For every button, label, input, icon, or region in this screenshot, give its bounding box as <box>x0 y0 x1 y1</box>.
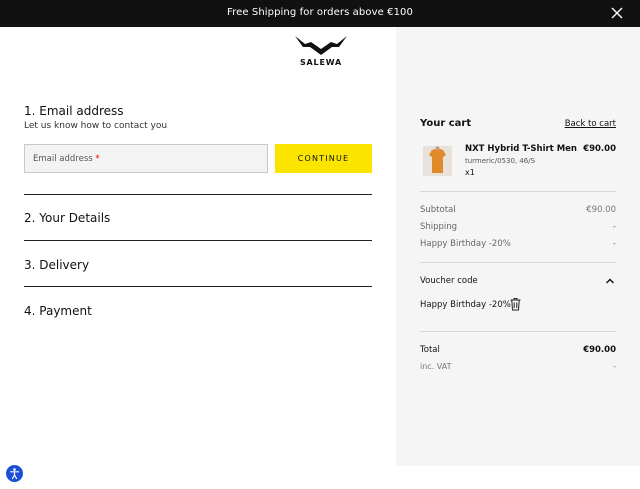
shipping-value: - <box>612 222 616 232</box>
divider <box>420 331 616 332</box>
total-label: Total <box>420 345 440 355</box>
email-step-subtitle: Let us know how to contact you <box>24 121 168 131</box>
divider <box>420 191 616 192</box>
discount-value: - <box>612 239 616 249</box>
product-price: €90.00 <box>583 144 616 154</box>
product-thumbnail <box>423 146 452 176</box>
email-field[interactable]: Email address * <box>24 144 268 173</box>
vat-value: - <box>613 362 616 371</box>
step-your-details[interactable]: 2. Your Details <box>24 211 110 225</box>
checkout-panel: SALEWA 1. Email address Let us know how … <box>0 27 396 489</box>
product-quantity: x1 <box>465 168 475 177</box>
required-marker: * <box>95 154 100 164</box>
banner-message: Free Shipping for orders above €100 <box>227 7 413 18</box>
step-divider <box>24 240 372 241</box>
step-payment[interactable]: 4. Payment <box>24 304 92 318</box>
close-icon[interactable] <box>610 6 624 20</box>
tshirt-image-icon <box>429 146 446 173</box>
brand-logo-text: SALEWA <box>300 58 342 67</box>
applied-voucher: Happy Birthday -20% <box>420 300 511 310</box>
cart-title: Your cart <box>420 118 472 129</box>
step-delivery[interactable]: 3. Delivery <box>24 258 89 272</box>
product-variant: turmeric/0530, 46/S <box>465 157 536 165</box>
shipping-banner: Free Shipping for orders above €100 <box>0 0 640 27</box>
step-divider <box>24 286 372 287</box>
total-value: €90.00 <box>583 345 616 355</box>
cart-summary: Your cart Back to cart NXT Hybrid T-Shir… <box>396 27 640 466</box>
back-to-cart-link[interactable]: Back to cart <box>565 119 616 129</box>
email-placeholder: Email address * <box>33 154 100 164</box>
trash-icon[interactable] <box>509 297 522 311</box>
vat-label: inc. VAT <box>420 362 452 371</box>
discount-label: Happy Birthday -20% <box>420 239 511 249</box>
product-name: NXT Hybrid T-Shirt Men <box>465 144 577 154</box>
email-step-title: 1. Email address <box>24 104 124 118</box>
divider <box>420 262 616 263</box>
chevron-up-icon[interactable] <box>604 275 616 287</box>
step-divider <box>24 194 372 195</box>
subtotal-label: Subtotal <box>420 205 456 215</box>
accessibility-icon <box>9 468 20 480</box>
subtotal-value: €90.00 <box>586 205 616 215</box>
accessibility-button[interactable] <box>6 465 23 482</box>
voucher-code-label[interactable]: Voucher code <box>420 276 478 286</box>
shipping-label: Shipping <box>420 222 458 232</box>
continue-button[interactable]: CONTINUE <box>275 144 372 173</box>
